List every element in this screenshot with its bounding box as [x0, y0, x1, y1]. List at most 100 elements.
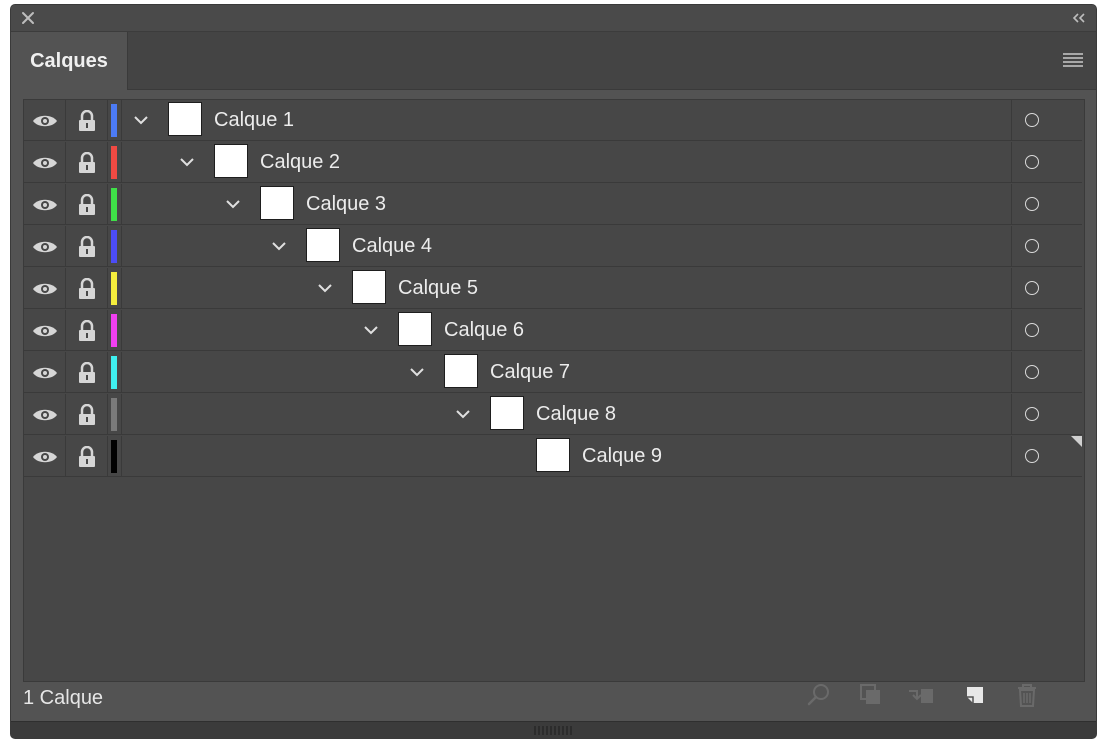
tab-calques[interactable]: Calques — [11, 32, 128, 90]
visibility-toggle[interactable] — [24, 436, 66, 477]
layer-name[interactable]: Calque 8 — [536, 394, 616, 435]
layer-name[interactable]: Calque 6 — [444, 310, 524, 351]
column-divider — [1011, 142, 1012, 183]
lock-icon — [78, 151, 95, 173]
visibility-toggle[interactable] — [24, 268, 66, 309]
target-circle-icon[interactable] — [1025, 449, 1039, 463]
layer-color-bar — [111, 440, 117, 473]
chevron-down-icon[interactable] — [316, 279, 334, 297]
layer-row[interactable]: Calque 9 — [24, 436, 1082, 477]
target-circle-icon[interactable] — [1025, 365, 1039, 379]
move-to-layer-icon[interactable] — [907, 681, 935, 709]
visibility-toggle[interactable] — [24, 226, 66, 267]
lock-icon — [78, 193, 95, 215]
eye-icon — [32, 409, 57, 420]
target-circle-icon[interactable] — [1025, 155, 1039, 169]
layers-list: Calque 1 Calque 2 Calque 3 Calque 4 Calque 5… — [23, 99, 1085, 682]
lock-toggle[interactable] — [66, 352, 108, 393]
lock-toggle[interactable] — [66, 100, 108, 141]
lock-toggle[interactable] — [66, 310, 108, 351]
chevron-down-icon[interactable] — [454, 405, 472, 423]
lock-toggle[interactable] — [66, 226, 108, 267]
column-divider — [1011, 352, 1012, 393]
search-icon[interactable] — [805, 681, 833, 709]
layer-thumbnail[interactable] — [490, 396, 524, 430]
layer-name[interactable]: Calque 3 — [306, 184, 386, 225]
chevron-down-icon[interactable] — [362, 321, 380, 339]
column-divider — [1011, 100, 1012, 141]
chevron-down-icon[interactable] — [132, 111, 150, 129]
title-bar — [11, 5, 1096, 32]
layer-color-bar — [111, 188, 117, 221]
layer-color-bar — [111, 398, 117, 431]
eye-icon — [32, 283, 57, 294]
visibility-toggle[interactable] — [24, 310, 66, 351]
layer-row[interactable]: Calque 2 — [24, 142, 1082, 183]
eye-icon — [32, 199, 57, 210]
layer-row[interactable]: Calque 1 — [24, 100, 1082, 141]
visibility-toggle[interactable] — [24, 352, 66, 393]
layer-thumbnail[interactable] — [398, 312, 432, 346]
layer-row[interactable]: Calque 4 — [24, 226, 1082, 267]
visibility-toggle[interactable] — [24, 394, 66, 435]
target-circle-icon[interactable] — [1025, 239, 1039, 253]
column-divider — [121, 184, 122, 225]
visibility-toggle[interactable] — [24, 184, 66, 225]
collapse-panel-icon[interactable] — [1070, 10, 1088, 26]
layer-name[interactable]: Calque 4 — [352, 226, 432, 267]
eye-icon — [32, 157, 57, 168]
lock-toggle[interactable] — [66, 142, 108, 183]
chevron-down-icon[interactable] — [270, 237, 288, 255]
new-layer-icon[interactable] — [961, 681, 989, 709]
layer-row[interactable]: Calque 3 — [24, 184, 1082, 225]
layers-panel-window: Calques Calque 1 Calque 2 Calque 3 Calque 4… — [11, 5, 1096, 738]
target-circle-icon[interactable] — [1025, 113, 1039, 127]
layer-thumbnail[interactable] — [352, 270, 386, 304]
close-icon[interactable] — [20, 10, 36, 26]
target-circle-icon[interactable] — [1025, 197, 1039, 211]
layer-thumbnail[interactable] — [536, 438, 570, 472]
layer-thumbnail[interactable] — [306, 228, 340, 262]
eye-icon — [32, 451, 57, 462]
lock-toggle[interactable] — [66, 184, 108, 225]
lock-toggle[interactable] — [66, 394, 108, 435]
target-circle-icon[interactable] — [1025, 281, 1039, 295]
lock-icon — [78, 403, 95, 425]
clipping-mask-icon[interactable] — [857, 681, 885, 709]
lock-toggle[interactable] — [66, 436, 108, 477]
layer-row[interactable]: Calque 8 — [24, 394, 1082, 435]
column-divider — [1011, 226, 1012, 267]
layer-name[interactable]: Calque 2 — [260, 142, 340, 183]
layer-color-bar — [111, 314, 117, 347]
lock-icon — [78, 235, 95, 257]
layer-color-bar — [111, 272, 117, 305]
chevron-down-icon[interactable] — [408, 363, 426, 381]
layer-name[interactable]: Calque 5 — [398, 268, 478, 309]
target-circle-icon[interactable] — [1025, 323, 1039, 337]
resize-grip[interactable] — [11, 721, 1096, 738]
layer-row[interactable]: Calque 7 — [24, 352, 1082, 393]
grip-lines-icon — [534, 726, 572, 735]
layer-row[interactable]: Calque 5 — [24, 268, 1082, 309]
layer-name[interactable]: Calque 1 — [214, 100, 294, 141]
layer-thumbnail[interactable] — [168, 102, 202, 136]
lock-toggle[interactable] — [66, 268, 108, 309]
column-divider — [1011, 394, 1012, 435]
layer-thumbnail[interactable] — [444, 354, 478, 388]
lock-icon — [78, 361, 95, 383]
layer-thumbnail[interactable] — [214, 144, 248, 178]
visibility-toggle[interactable] — [24, 142, 66, 183]
layer-row[interactable]: Calque 6 — [24, 310, 1082, 351]
target-circle-icon[interactable] — [1025, 407, 1039, 421]
layer-name[interactable]: Calque 9 — [582, 436, 662, 477]
layer-thumbnail[interactable] — [260, 186, 294, 220]
chevron-down-icon[interactable] — [178, 153, 196, 171]
chevron-down-icon[interactable] — [224, 195, 242, 213]
lock-icon — [78, 445, 95, 467]
panel-menu-icon[interactable] — [1062, 52, 1084, 68]
visibility-toggle[interactable] — [24, 100, 66, 141]
lock-icon — [78, 277, 95, 299]
trash-icon[interactable] — [1013, 681, 1041, 709]
layer-color-bar — [111, 104, 117, 137]
layer-name[interactable]: Calque 7 — [490, 352, 570, 393]
